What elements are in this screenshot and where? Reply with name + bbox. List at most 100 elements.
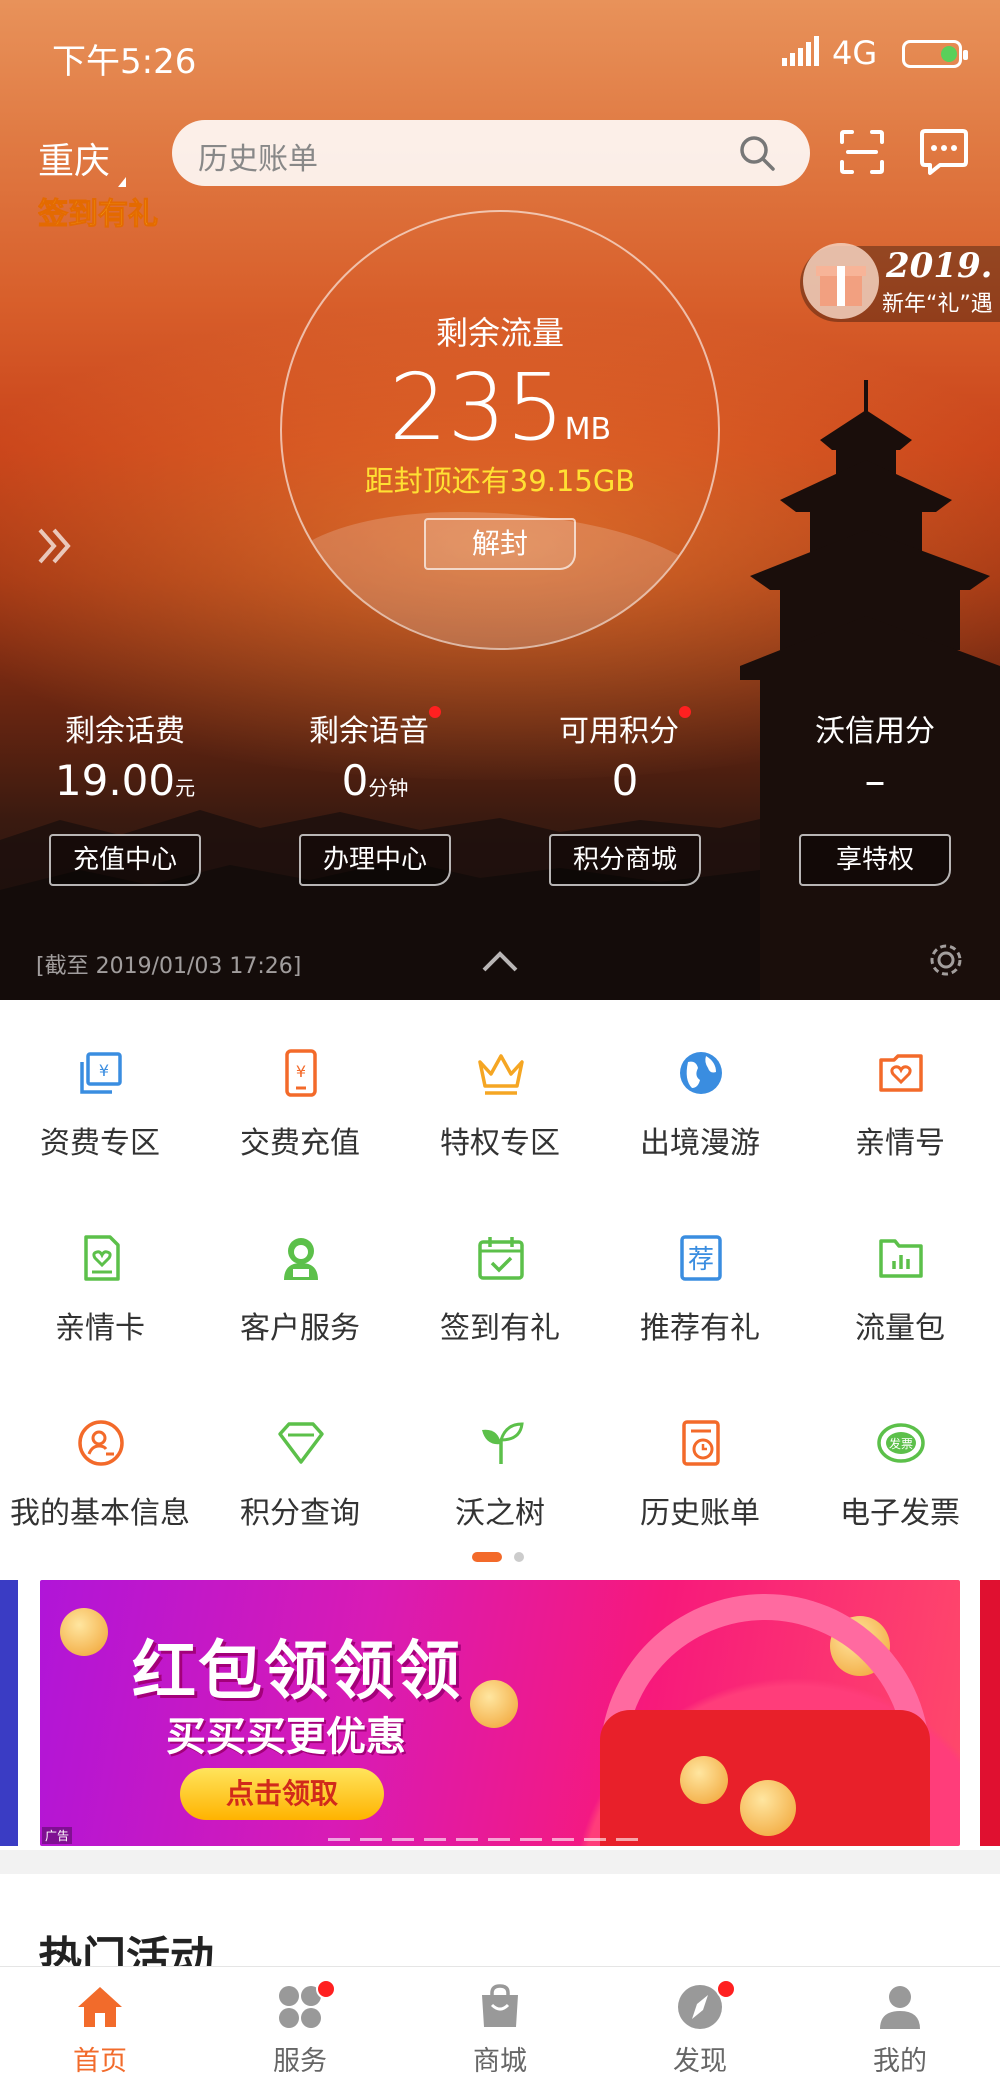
tab-label: 发现 [673, 2046, 727, 2077]
profile-icon [880, 1986, 920, 2029]
tab-mine[interactable]: 我的 [800, 1967, 1000, 2081]
message-icon[interactable] [918, 128, 970, 176]
stat-value: 0分钟 [341, 756, 409, 805]
service-bill-history[interactable]: 历史账单 [600, 1370, 800, 1531]
service-center-button[interactable]: 办理中心 [299, 834, 451, 886]
network-type: 4G [832, 34, 878, 72]
city-selector[interactable]: 重庆 [38, 132, 127, 187]
service-label: 特权专区 [440, 1126, 560, 1161]
traffic-number: 235 [388, 354, 565, 461]
search-icon[interactable] [738, 134, 776, 172]
ad-tag: 广告 [42, 1827, 73, 1844]
page-dot[interactable] [514, 1552, 524, 1562]
stat-points[interactable]: 可用积分 0 [500, 706, 750, 805]
tab-label: 我的 [873, 2046, 927, 2077]
status-time: 下午5:26 [52, 42, 197, 82]
stat-value: 0 [611, 756, 639, 805]
service-recommend[interactable]: 荐 推荐有礼 [600, 1185, 800, 1346]
search-placeholder: 历史账单 [198, 142, 318, 177]
tab-services[interactable]: 服务 [200, 1967, 400, 2081]
bottom-tab-bar: 首页 服务 商城 发现 我的 [0, 1966, 1000, 2081]
crown-icon [478, 1054, 524, 1095]
pagoda-silhouette [740, 380, 1000, 1000]
account-stats: 剩余话费 19.00元 剩余语音 0分钟 可用积分 0 沃信用分 – [0, 706, 1000, 806]
family-card-icon [879, 1054, 923, 1092]
tariff-icon: ¥ [80, 1052, 122, 1094]
signal-icon [782, 36, 819, 66]
service-label: 积分查询 [240, 1496, 360, 1531]
tab-discover[interactable]: 发现 [600, 1967, 800, 2081]
service-family-number[interactable]: 亲情号 [800, 1000, 1000, 1161]
service-label: 我的基本信息 [10, 1496, 190, 1531]
tab-label: 商城 [473, 2046, 527, 2077]
service-data-pack[interactable]: 流量包 [800, 1185, 1000, 1346]
recharge-center-button[interactable]: 充值中心 [49, 834, 201, 886]
claim-button[interactable]: 点击领取 [180, 1768, 384, 1820]
notification-dot [679, 706, 691, 718]
privilege-button[interactable]: 享特权 [799, 834, 951, 886]
page-dot-active [472, 1552, 502, 1562]
scan-icon[interactable] [838, 128, 886, 176]
banner-prev-peek[interactable] [0, 1580, 18, 1846]
promo-year: 2019. [886, 246, 993, 286]
points-mall-button[interactable]: 积分商城 [549, 834, 701, 886]
banner-next-peek[interactable] [980, 1580, 1000, 1846]
e-invoice-icon: 发票 [877, 1423, 925, 1463]
service-customer[interactable]: 客户服务 [200, 1185, 400, 1346]
signin-badge-text: 签到有礼 [38, 197, 158, 232]
stat-title: 沃信用分 [815, 714, 935, 749]
phone-recharge-icon: ¥ [285, 1049, 317, 1097]
traffic-cap-text: 距封顶还有39.15GB [364, 464, 636, 498]
double-chevron-right-icon[interactable] [34, 524, 78, 568]
service-label: 亲情号 [855, 1126, 945, 1161]
tab-mall[interactable]: 商城 [400, 1967, 600, 2081]
stat-title: 剩余话费 [65, 714, 185, 749]
coin-icon [680, 1756, 728, 1804]
city-label: 重庆 [38, 141, 111, 182]
banner-subline: 买买买更优惠 [166, 1714, 406, 1760]
hero-panel: 下午5:26 4G 重庆 历史账单 签到有礼 2019. 新年“礼”遇 剩余流量… [0, 0, 1000, 1000]
stat-voice[interactable]: 剩余语音 0分钟 [250, 706, 500, 805]
new-year-promo[interactable]: 2019. 新年“礼”遇 [800, 243, 1000, 322]
bill-history-icon [682, 1420, 720, 1466]
stat-title: 可用积分 [500, 706, 750, 750]
tab-home[interactable]: 首页 [0, 1967, 200, 2081]
service-user-info[interactable]: 我的基本信息 [0, 1370, 200, 1531]
service-label: 客户服务 [240, 1311, 360, 1346]
calendar-check-icon [478, 1237, 524, 1280]
service-family-card[interactable]: 亲情卡 [0, 1185, 200, 1346]
recommend-icon: 荐 [680, 1235, 722, 1281]
grid-page-indicator [472, 1552, 532, 1564]
service-e-invoice[interactable]: 发票 电子发票 [800, 1370, 1000, 1531]
coin-icon [60, 1608, 108, 1656]
unblock-button[interactable]: 解封 [424, 518, 576, 570]
chevron-up-icon[interactable] [480, 948, 520, 974]
app-root: 下午5:26 4G 重庆 历史账单 签到有礼 2019. 新年“礼”遇 剩余流量… [0, 0, 1000, 2081]
service-label: 亲情卡 [55, 1311, 145, 1346]
service-points[interactable]: 积分查询 [200, 1370, 400, 1531]
service-privilege[interactable]: 特权专区 [400, 1000, 600, 1161]
traffic-ring[interactable]: 剩余流量 235MB 距封顶还有39.15GB 解封 [280, 210, 720, 650]
service-label: 历史账单 [640, 1496, 760, 1531]
tab-label: 首页 [73, 2046, 127, 2077]
data-folder-icon [879, 1239, 923, 1278]
search-bar[interactable]: 历史账单 [172, 120, 810, 186]
traffic-unit: MB [564, 412, 612, 447]
service-tariff[interactable]: ¥ 资费专区 [0, 1000, 200, 1161]
stat-balance[interactable]: 剩余话费 19.00元 [0, 706, 250, 805]
service-signin[interactable]: 签到有礼 [400, 1185, 600, 1346]
promo-banner[interactable]: 红包领领领 买买买更优惠 点击领取 广告 [40, 1580, 960, 1846]
shopping-bag-icon [482, 1984, 518, 2027]
user-info-icon [78, 1420, 124, 1466]
service-recharge[interactable]: ¥ 交费充值 [200, 1000, 400, 1161]
service-roaming[interactable]: 出境漫游 [600, 1000, 800, 1161]
stat-credit[interactable]: 沃信用分 – [750, 706, 1000, 805]
stat-title: 剩余语音 [250, 706, 500, 750]
signin-badge[interactable]: 签到有礼 [38, 186, 158, 236]
gear-icon[interactable] [926, 940, 966, 980]
sprout-icon [482, 1422, 524, 1464]
service-wo-tree[interactable]: 沃之树 [400, 1370, 600, 1531]
svg-text:¥: ¥ [99, 1061, 109, 1080]
home-icon [78, 1987, 122, 2027]
coin-icon [740, 1780, 796, 1836]
